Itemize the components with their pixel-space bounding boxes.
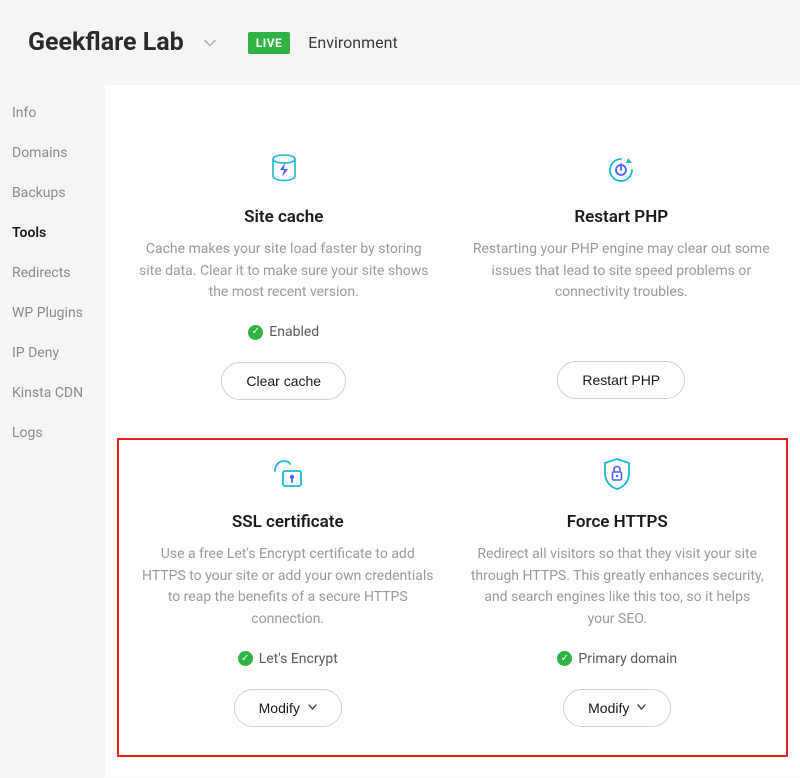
restart-php-button[interactable]: Restart PHP bbox=[557, 361, 685, 399]
status-lets-encrypt: ✓ Let's Encrypt bbox=[238, 651, 338, 667]
check-icon: ✓ bbox=[248, 325, 263, 340]
check-icon: ✓ bbox=[557, 651, 572, 666]
modify-https-button[interactable]: Modify bbox=[563, 689, 671, 727]
sidebar-item-ip-deny[interactable]: IP Deny bbox=[12, 345, 105, 361]
environment-label: Environment bbox=[308, 33, 397, 52]
tools-row-2-highlighted: SSL certificate Use a free Let's Encrypt… bbox=[117, 438, 788, 757]
card-title: Site cache bbox=[244, 207, 323, 227]
card-site-cache: Site cache Cache makes your site load fa… bbox=[115, 135, 453, 428]
chevron-down-icon bbox=[637, 702, 646, 713]
header: Geekflare Lab LIVE Environment bbox=[0, 0, 800, 85]
card-description: Use a free Let's Encrypt certificate to … bbox=[141, 544, 435, 631]
site-title: Geekflare Lab bbox=[28, 28, 184, 57]
card-force-https: Force HTTPS Redirect all visitors so tha… bbox=[453, 440, 783, 755]
live-badge: LIVE bbox=[248, 32, 291, 54]
sidebar-item-redirects[interactable]: Redirects bbox=[12, 265, 105, 281]
card-description: Restarting your PHP engine may clear out… bbox=[471, 239, 773, 304]
status-enabled: ✓ Enabled bbox=[248, 324, 319, 340]
button-label: Modify bbox=[259, 700, 300, 716]
card-title: Restart PHP bbox=[574, 207, 668, 227]
button-label: Modify bbox=[588, 700, 629, 716]
sidebar-item-domains[interactable]: Domains bbox=[12, 145, 105, 161]
card-description: Redirect all visitors so that they visit… bbox=[471, 544, 765, 631]
database-bolt-icon bbox=[267, 149, 301, 189]
sidebar-item-backups[interactable]: Backups bbox=[12, 185, 105, 201]
tools-row-1: Site cache Cache makes your site load fa… bbox=[111, 135, 794, 428]
status-primary-domain: ✓ Primary domain bbox=[557, 651, 677, 667]
button-label: Clear cache bbox=[246, 373, 321, 389]
card-title: Force HTTPS bbox=[567, 512, 668, 532]
sidebar-item-tools[interactable]: Tools bbox=[12, 225, 105, 241]
sidebar-item-kinsta-cdn[interactable]: Kinsta CDN bbox=[12, 385, 105, 401]
sidebar-item-logs[interactable]: Logs bbox=[12, 425, 105, 441]
modify-ssl-button[interactable]: Modify bbox=[234, 689, 342, 727]
button-label: Restart PHP bbox=[582, 372, 660, 388]
status-text: Primary domain bbox=[578, 651, 677, 667]
restart-icon bbox=[604, 149, 638, 189]
clear-cache-button[interactable]: Clear cache bbox=[221, 362, 346, 400]
site-switcher-chevron-icon[interactable] bbox=[204, 36, 216, 50]
check-icon: ✓ bbox=[238, 651, 253, 666]
status-text: Enabled bbox=[269, 324, 319, 340]
card-description: Cache makes your site load faster by sto… bbox=[133, 239, 435, 304]
chevron-down-icon bbox=[308, 702, 317, 713]
card-restart-php: Restart PHP Restarting your PHP engine m… bbox=[453, 135, 791, 428]
sidebar-item-wp-plugins[interactable]: WP Plugins bbox=[12, 305, 105, 321]
card-ssl-certificate: SSL certificate Use a free Let's Encrypt… bbox=[123, 440, 453, 755]
sidebar-item-info[interactable]: Info bbox=[12, 105, 105, 121]
sidebar: Info Domains Backups Tools Redirects WP … bbox=[0, 85, 105, 777]
main-panel: Site cache Cache makes your site load fa… bbox=[105, 85, 800, 777]
card-title: SSL certificate bbox=[232, 512, 344, 532]
unlock-icon bbox=[269, 454, 307, 494]
status-text: Let's Encrypt bbox=[259, 651, 338, 667]
shield-lock-icon bbox=[601, 454, 633, 494]
